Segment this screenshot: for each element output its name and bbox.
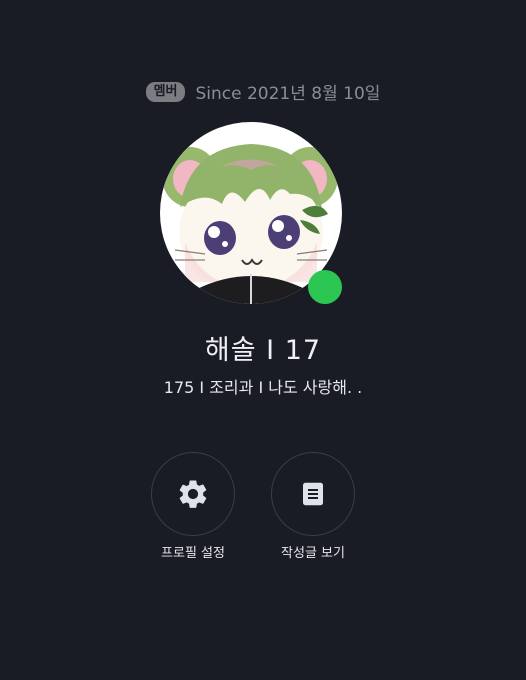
profile-settings-circle[interactable]: [151, 452, 235, 536]
view-posts-label: 작성글 보기: [281, 546, 345, 561]
view-posts-button[interactable]: 작성글 보기: [263, 452, 363, 561]
profile-page: 멤버 Since 2021년 8월 10일 해솔 I 17 175 I 조리과 …: [0, 0, 526, 680]
view-posts-circle[interactable]: [271, 452, 355, 536]
profile-settings-label: 프로필 설정: [161, 546, 225, 561]
member-meta: 멤버 Since 2021년 8월 10일: [0, 79, 526, 104]
member-since: Since 2021년 8월 10일: [195, 84, 381, 104]
profile-name: 해솔 I 17: [204, 335, 322, 366]
online-status-dot: [308, 270, 342, 304]
avatar-container: [160, 122, 342, 304]
profile-bio: 175 I 조리과 I 나도 사랑해. .: [163, 378, 363, 397]
document-icon: [303, 482, 323, 506]
profile-settings-button[interactable]: 프로필 설정: [143, 452, 243, 561]
member-badge: 멤버: [145, 81, 186, 102]
gear-icon: [179, 480, 207, 508]
